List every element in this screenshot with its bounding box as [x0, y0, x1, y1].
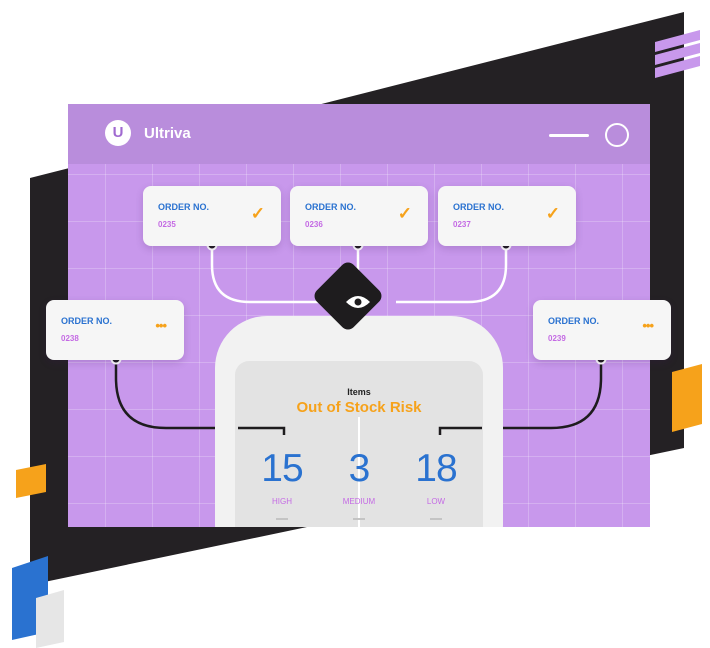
illustration: U Ultriva ORDER NO. 0235 ✓ ORDER NO. 023…: [0, 0, 710, 648]
